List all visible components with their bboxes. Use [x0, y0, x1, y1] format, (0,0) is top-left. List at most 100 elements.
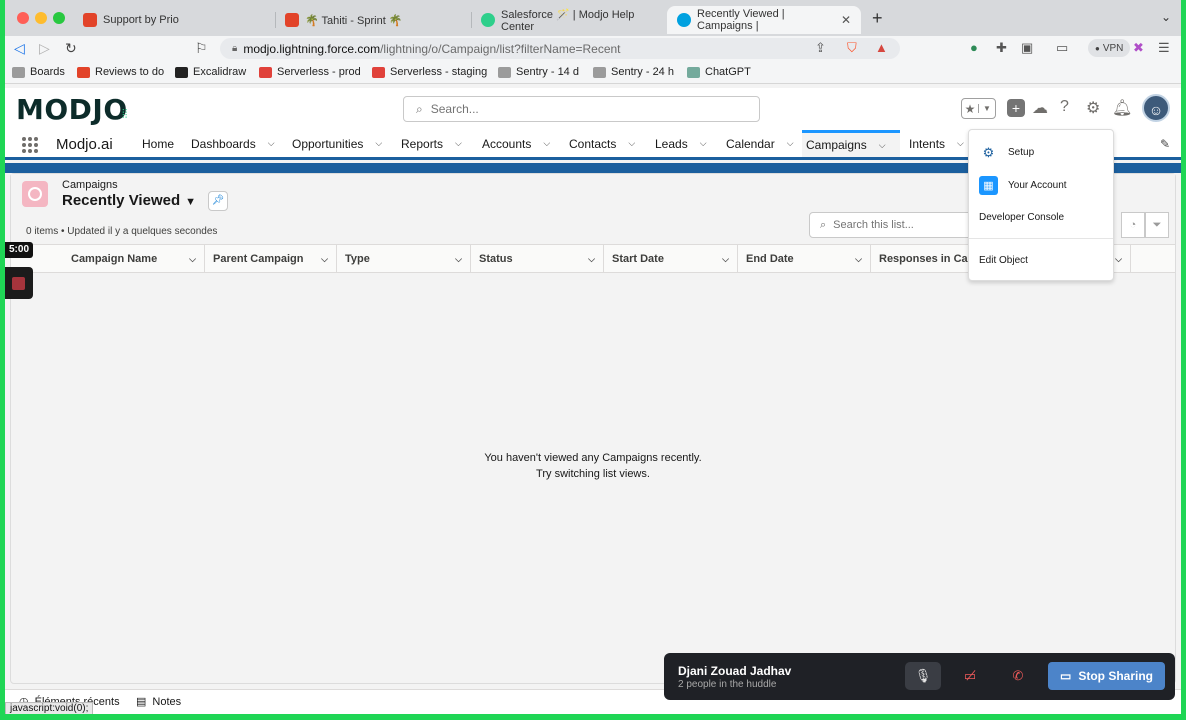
chevron-down-icon[interactable]: ▼ — [978, 104, 995, 113]
trailhead-icon[interactable]: ☁ — [1032, 98, 1048, 118]
browser-tab-active[interactable]: Recently Viewed | Campaigns | ✕ — [667, 6, 861, 34]
column-menu-chevron-icon[interactable]: ⌵ — [588, 254, 595, 265]
browser-tab[interactable]: Salesforce 🪄 | Modjo Help Center — [471, 6, 666, 34]
bookmark-item[interactable]: Sentry - 24 h — [593, 66, 674, 78]
nav-item-campaigns[interactable]: Campaigns ⌵ — [802, 130, 900, 157]
extensions-puzzle-icon[interactable]: ✚ — [996, 40, 1007, 56]
chevron-down-icon[interactable]: ⌵ — [268, 138, 275, 149]
chevron-down-icon[interactable]: ⌵ — [455, 138, 462, 149]
tab-title: Support by Prio — [103, 14, 179, 26]
column-menu-chevron-icon[interactable]: ⌵ — [855, 254, 862, 265]
bookmark-item[interactable]: ChatGPT — [687, 66, 751, 78]
new-tab-button[interactable]: + — [872, 8, 883, 29]
nav-item-accounts[interactable]: Accounts ⌵ — [478, 130, 554, 157]
menu-item-your-account[interactable]: ▦ Your Account — [969, 176, 1113, 195]
nav-item-reports[interactable]: Reports ⌵ — [397, 130, 466, 157]
window-minimize-button[interactable] — [35, 12, 47, 24]
bookmark-item[interactable]: Sentry - 14 d — [498, 66, 579, 78]
browser-menu-icon[interactable]: ☰ — [1158, 40, 1170, 56]
edit-nav-pencil-icon[interactable]: ✎ — [1160, 137, 1170, 151]
pin-list-view-button[interactable]: 📌︎ — [208, 191, 228, 211]
utility-item-notes[interactable]: ▤ Notes — [136, 695, 181, 709]
column-menu-chevron-icon[interactable]: ⌵ — [321, 254, 328, 265]
list-search-input[interactable]: ⌕ Search this list... — [809, 212, 979, 238]
column-header[interactable]: Type ⌵ — [337, 245, 471, 273]
window-zoom-button[interactable] — [53, 12, 65, 24]
column-menu-chevron-icon[interactable]: ⌵ — [455, 254, 462, 265]
list-view-picker[interactable]: Recently Viewed ▼ — [62, 192, 196, 209]
bookmark-item[interactable]: Excalidraw — [175, 66, 246, 78]
brave-shield-icon[interactable]: ⛉ — [847, 40, 857, 56]
forward-icon[interactable]: ▷ — [39, 40, 50, 57]
notifications-bell-icon[interactable]: 🔔︎ — [1112, 98, 1132, 118]
filter-icon[interactable]: ⏷ — [1145, 212, 1169, 238]
column-header[interactable]: Parent Campaign ⌵ — [205, 245, 337, 273]
column-menu-chevron-icon[interactable]: ⌵ — [189, 254, 196, 265]
column-header[interactable]: Campaign Name ⌵ — [63, 245, 205, 273]
bookmark-label: Sentry - 14 d — [516, 66, 579, 78]
microphone-icon[interactable]: 🎙︎ — [905, 662, 941, 690]
setup-gear-icon[interactable]: ⚙ — [1086, 98, 1100, 118]
nav-item-opportunities[interactable]: Opportunities ⌵ — [288, 130, 386, 157]
tab-list-chevron-icon[interactable]: ⌄ — [1161, 10, 1171, 24]
browser-tab[interactable]: Support by Prio — [73, 6, 273, 34]
column-header[interactable]: Status ⌵ — [471, 245, 604, 273]
stop-sharing-button[interactable]: ▭ Stop Sharing — [1048, 662, 1165, 690]
sidebar-icon[interactable]: ▣ — [1021, 40, 1033, 56]
global-actions-add-button[interactable]: + — [1007, 99, 1025, 117]
link-status-bar: javascript:void(0); — [5, 702, 94, 714]
chevron-down-icon[interactable]: ⌵ — [375, 138, 382, 149]
chevron-down-icon[interactable]: ⌵ — [543, 138, 550, 149]
profile-icon[interactable]: ✖ — [1133, 40, 1144, 56]
nav-item-leads[interactable]: Leads ⌵ — [651, 130, 711, 157]
list-meta-status: 0 items • Updated il y a quelques second… — [26, 226, 218, 237]
bookmark-item[interactable]: Boards — [12, 66, 65, 78]
nav-item-calendar[interactable]: Calendar ⌵ — [722, 130, 798, 157]
search-placeholder: Search... — [430, 102, 479, 116]
menu-item-setup[interactable]: ⚙ Setup — [969, 143, 1113, 162]
chevron-down-icon[interactable]: ⌵ — [628, 138, 635, 149]
close-tab-icon[interactable]: ✕ — [841, 13, 851, 27]
column-header[interactable]: End Date ⌵ — [738, 245, 871, 273]
leave-call-icon[interactable]: ✆ — [1000, 662, 1036, 690]
menu-item-edit-object[interactable]: Edit Object — [969, 255, 1113, 266]
column-menu-chevron-icon[interactable]: ⌵ — [722, 254, 729, 265]
extension-icon[interactable]: ● — [970, 40, 978, 55]
app-launcher-icon[interactable] — [22, 137, 38, 153]
nav-item-home[interactable]: Home — [138, 130, 178, 157]
chevron-down-icon[interactable]: ⌵ — [879, 140, 886, 151]
window-close-button[interactable] — [17, 12, 29, 24]
favorites-button[interactable]: ★ ▼ — [961, 98, 996, 119]
brave-rewards-icon[interactable]: ▲ — [875, 40, 888, 55]
column-header[interactable]: Start Date ⌵ — [604, 245, 738, 273]
bookmark-label: Serverless - prod — [277, 66, 361, 78]
nav-item-intents[interactable]: Intents ⌵ — [905, 130, 968, 157]
serverless-icon — [259, 66, 272, 78]
address-bar[interactable]: 🔒︎ modjo.lightning.force.com/lightning/o… — [220, 38, 900, 59]
chevron-down-icon[interactable]: ⌵ — [700, 138, 707, 149]
column-menu-chevron-icon[interactable]: ⌵ — [1115, 254, 1122, 265]
bookmark-icon[interactable]: ⚐ — [195, 40, 208, 57]
menu-item-developer-console[interactable]: Developer Console — [969, 212, 1113, 223]
nav-item-contacts[interactable]: Contacts ⌵ — [565, 130, 639, 157]
browser-tab[interactable]: 🌴 Tahiti - Sprint 🌴 — [275, 6, 470, 34]
share-icon[interactable]: ⇪ — [815, 40, 826, 56]
empty-state: You haven't viewed any Campaigns recentl… — [11, 450, 1175, 482]
chevron-down-icon[interactable]: ⌵ — [787, 138, 794, 149]
video-off-icon[interactable]: ▭̸ — [952, 662, 988, 690]
stop-recording-button[interactable] — [5, 267, 33, 299]
chevron-down-icon[interactable]: ⌵ — [957, 138, 964, 149]
back-icon[interactable]: ◁ — [14, 40, 25, 57]
wallet-icon[interactable]: ▭ — [1056, 40, 1068, 56]
reload-icon[interactable]: ↻ — [65, 40, 77, 57]
bookmark-item[interactable]: Serverless - staging — [372, 66, 487, 78]
stop-sharing-label: Stop Sharing — [1078, 669, 1153, 683]
global-search-input[interactable]: ⌕ Search... — [403, 96, 760, 122]
bookmark-item[interactable]: Serverless - prod — [259, 66, 361, 78]
vpn-button[interactable]: ● VPN — [1088, 39, 1131, 57]
bookmark-item[interactable]: Reviews to do — [77, 66, 164, 78]
nav-item-dashboards[interactable]: Dashboards ⌵ — [187, 130, 279, 157]
user-avatar[interactable]: ☺ — [1142, 94, 1170, 122]
chart-icon[interactable]: ◔ — [1121, 212, 1145, 238]
help-icon[interactable]: ? — [1060, 98, 1069, 116]
